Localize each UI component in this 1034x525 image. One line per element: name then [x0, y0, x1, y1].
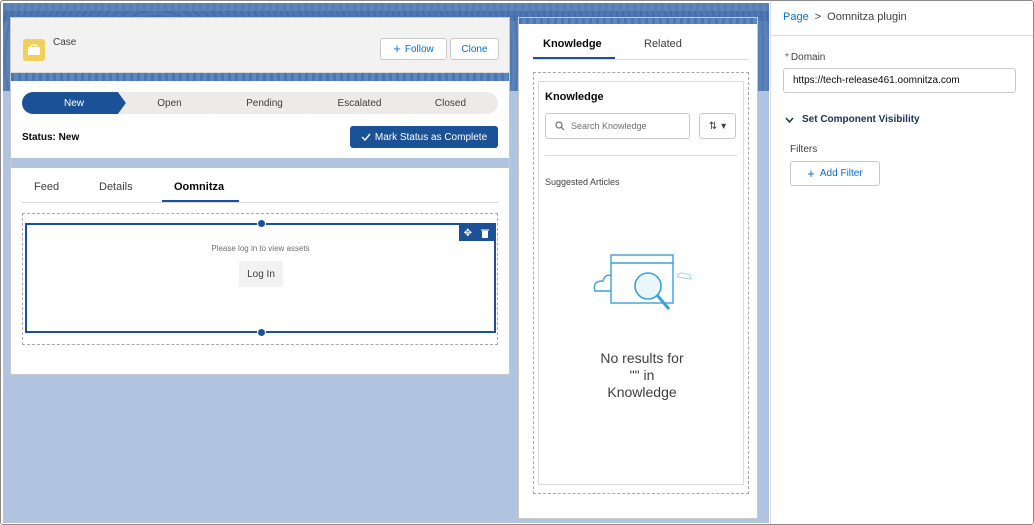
resize-handle-bottom[interactable]: [257, 328, 266, 337]
login-message: Please log in to view assets: [211, 244, 310, 253]
clone-label: Clone: [461, 43, 488, 55]
mark-status-label: Mark Status as Complete: [374, 131, 488, 143]
search-icon: [555, 121, 565, 131]
filters-label: Filters: [790, 144, 818, 155]
empty-state-illustration: [593, 254, 692, 310]
breadcrumb-divider: [771, 35, 1033, 36]
record-tabs-component[interactable]: Feed Details Oomnitza ✥ Please log in to…: [11, 168, 509, 374]
path-stage-new[interactable]: New: [22, 92, 126, 114]
tab-feed[interactable]: Feed: [34, 181, 59, 193]
tabs-divider: [533, 59, 749, 60]
sort-icon: ⇅: [708, 120, 718, 132]
knowledge-search-input[interactable]: Search Knowledge: [545, 113, 690, 139]
builder-canvas: Case + Follow Clone New Open Pending Esc…: [3, 3, 769, 523]
visibility-heading: Set Component Visibility: [802, 114, 920, 125]
domain-value: https://tech-release461.oomnitza.com: [793, 75, 960, 86]
knowledge-title: Knowledge: [545, 91, 604, 103]
trash-icon[interactable]: [481, 229, 490, 238]
component-toolbar: ✥: [459, 225, 494, 241]
path-stage-pending[interactable]: Pending: [213, 92, 316, 114]
properties-panel: Page > Oomnitza plugin * Domain https://t…: [770, 2, 1033, 524]
required-marker: *: [785, 52, 789, 63]
region-divider: [11, 158, 509, 168]
domain-field[interactable]: https://tech-release461.oomnitza.com: [783, 68, 1016, 93]
record-highlights[interactable]: Case + Follow Clone: [11, 18, 509, 73]
tab-details[interactable]: Details: [99, 181, 133, 193]
add-filter-button[interactable]: + Add Filter: [790, 161, 880, 186]
domain-label: * Domain: [785, 52, 826, 63]
suggested-articles-label: Suggested Articles: [545, 177, 620, 187]
knowledge-dropzone: Knowledge Search Knowledge ⇅ ▾ Suggested…: [533, 72, 749, 494]
checkmark-icon: [361, 133, 371, 141]
status-path: New Open Pending Escalated Closed: [22, 92, 498, 114]
path-stage-closed[interactable]: Closed: [403, 92, 498, 114]
status-label: Status: New: [22, 132, 80, 143]
sidebar-region: Knowledge Related Knowledge Search Knowl…: [518, 17, 758, 519]
clone-button[interactable]: Clone: [450, 38, 499, 60]
app-frame: Case + Follow Clone New Open Pending Esc…: [0, 0, 1034, 525]
plus-icon: +: [807, 165, 815, 181]
tabs-divider: [22, 202, 498, 203]
region-divider: [519, 18, 757, 24]
main-region: Case + Follow Clone New Open Pending Esc…: [10, 17, 510, 375]
knowledge-divider: [545, 155, 737, 156]
tab-oomnitza[interactable]: Oomnitza: [174, 181, 224, 193]
follow-label: Follow: [404, 43, 434, 55]
follow-button[interactable]: + Follow: [380, 38, 447, 60]
resize-handle-top[interactable]: [257, 219, 266, 228]
breadcrumb-page-link[interactable]: Page: [783, 11, 809, 23]
path-component[interactable]: New Open Pending Escalated Closed Status…: [11, 81, 509, 158]
briefcase-icon: [23, 39, 45, 61]
region-divider: [11, 73, 509, 81]
breadcrumb: Page > Oomnitza plugin: [783, 11, 907, 23]
log-in-button[interactable]: Log In: [239, 261, 283, 287]
knowledge-component[interactable]: Knowledge Search Knowledge ⇅ ▾ Suggested…: [538, 81, 744, 485]
chevron-down-icon: ▾: [721, 120, 727, 132]
path-stage-open[interactable]: Open: [118, 92, 221, 114]
tab-related[interactable]: Related: [644, 38, 682, 50]
plus-icon: +: [393, 41, 401, 56]
path-stage-escalated[interactable]: Escalated: [308, 92, 411, 114]
sort-button[interactable]: ⇅ ▾: [699, 113, 736, 139]
tab-knowledge[interactable]: Knowledge: [543, 38, 602, 50]
move-icon[interactable]: ✥: [464, 228, 472, 239]
mark-status-complete-button[interactable]: Mark Status as Complete: [350, 126, 498, 148]
breadcrumb-separator: >: [814, 11, 822, 23]
set-component-visibility-toggle[interactable]: Set Component Visibility: [785, 114, 920, 125]
no-results-message: No results for "" in Knowledge: [600, 350, 684, 400]
breadcrumb-current: Oomnitza plugin: [827, 11, 907, 23]
chevron-down-icon: [785, 117, 794, 123]
object-label: Case: [53, 37, 77, 48]
add-filter-label: Add Filter: [819, 168, 863, 179]
search-placeholder: Search Knowledge: [571, 121, 647, 131]
oomnitza-component[interactable]: ✥ Please log in to view assets Log In: [25, 219, 496, 337]
